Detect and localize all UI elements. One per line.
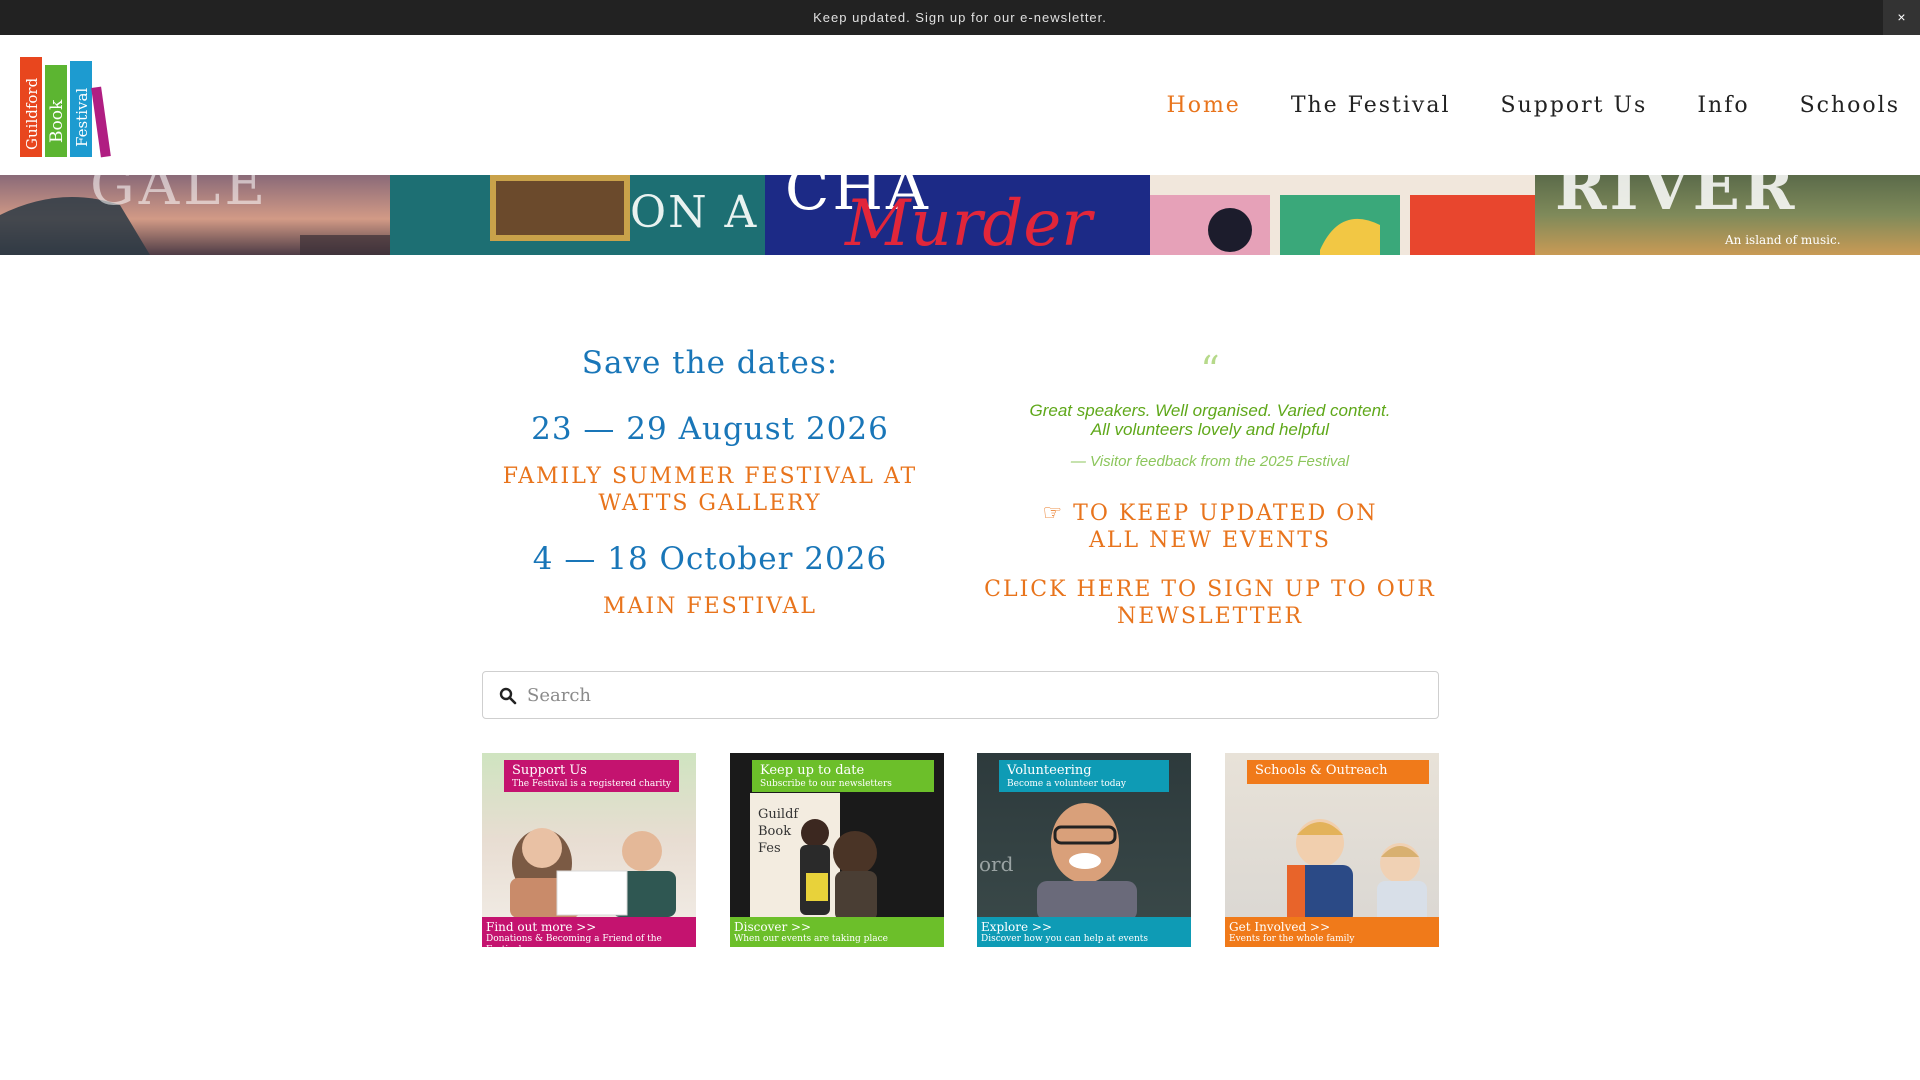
logo-word-2: Book	[47, 99, 67, 143]
tile-support-us-subtitle: The Festival is a registered charity	[512, 779, 672, 789]
close-icon[interactable]: ×	[1883, 0, 1920, 35]
tile-schools-outreach-footer: Get Involved >> Events for the whole fam…	[1225, 917, 1439, 947]
site-search	[482, 671, 1439, 719]
tile-keep-up-to-date[interactable]: Guildf Book Fes Keep up to date Subscrib…	[730, 753, 944, 947]
save-the-dates: Save the dates: 23 — 29 August 2026 FAMI…	[490, 345, 930, 620]
tile-support-us-header: Support Us The Festival is a registered …	[504, 760, 680, 792]
tile-schools-outreach-header: Schools & Outreach	[1247, 760, 1429, 784]
tile-volunteering-subtitle: Become a volunteer today	[1007, 779, 1126, 789]
tile-volunteering-cta: Explore >>	[981, 920, 1053, 934]
newsletter-notice-link[interactable]: Keep updated. Sign up for our e-newslett…	[0, 0, 1920, 35]
tile-keep-up-to-date-cta: Discover >>	[734, 920, 812, 934]
banner-cover-2-title: ON A	[630, 187, 759, 238]
summer-festival-date: 23 — 29 August 2026	[531, 411, 889, 447]
save-the-dates-title: Save the dates:	[581, 345, 839, 381]
site-logo[interactable]: Guildford Book Festival	[18, 55, 118, 159]
tile-keep-up-to-date-subtitle: Subscribe to our newsletters	[760, 779, 892, 789]
tile-schools-outreach-cta: Get Involved >>	[1229, 920, 1331, 934]
svg-text:Guildf: Guildf	[758, 807, 799, 822]
banner-cover-2: ON A	[390, 175, 765, 255]
logo-word-1: Guildford	[23, 77, 41, 150]
svg-text:Fes: Fes	[758, 841, 781, 856]
nav-item-home[interactable]: Home	[1167, 93, 1241, 118]
testimonial-block: “ Great speakers. Well organised. Varied…	[975, 348, 1445, 630]
svg-text:Book: Book	[758, 824, 791, 839]
banner-cover-4	[1150, 175, 1535, 255]
testimonial-quote: Great speakers. Well organised. Varied c…	[975, 401, 1445, 439]
nav-item-support-us[interactable]: Support Us	[1501, 93, 1648, 118]
tile-keep-up-to-date-title: Keep up to date	[760, 763, 865, 778]
tile-schools-outreach-title: Schools & Outreach	[1255, 763, 1388, 778]
quote-mark-icon: “	[1200, 348, 1220, 392]
banner-cover-1: GALE	[0, 175, 390, 255]
svg-text:ord: ord	[979, 852, 1014, 876]
banner-cover-5: RIVER An island of music.	[1535, 175, 1920, 255]
tile-volunteering-title: Volunteering	[1007, 763, 1092, 778]
main-festival-date: 4 — 18 October 2026	[532, 541, 888, 577]
tile-schools-outreach-cta-sub: Events for the whole family	[1229, 934, 1355, 944]
nav-item-info[interactable]: Info	[1697, 93, 1749, 118]
tile-keep-up-to-date-header: Keep up to date Subscribe to our newslet…	[752, 760, 934, 792]
tile-support-us-cta: Find out more >>	[486, 920, 597, 934]
nav-item-the-festival[interactable]: The Festival	[1291, 93, 1451, 118]
search-input[interactable]	[527, 674, 1427, 716]
tile-support-us-cta-sub: Donations & Becoming a Friend of the Fes…	[486, 934, 662, 947]
main-festival-name: MAIN FESTIVAL	[603, 594, 817, 619]
site-header: Guildford Book Festival Home The Festiva…	[0, 35, 1920, 175]
tile-schools-outreach[interactable]: Schools & Outreach Get Involved >> Event…	[1225, 753, 1439, 947]
tile-support-us-footer: Find out more >> Donations & Becoming a …	[482, 917, 696, 947]
summer-festival-name: FAMILY SUMMER FESTIVAL AT WATTS GALLERY	[502, 464, 918, 516]
book-covers-banner: GALE ON A CHA Murder RIVER An island of …	[0, 175, 1920, 255]
tile-support-us[interactable]: Support Us The Festival is a registered …	[482, 753, 696, 947]
tile-support-us-title: Support Us	[512, 763, 587, 778]
banner-cover-3: CHA Murder	[765, 175, 1150, 255]
logo-word-3: Festival	[73, 88, 91, 147]
tile-volunteering[interactable]: ord Volunteering Become a volunteer toda…	[977, 753, 1191, 947]
tile-volunteering-cta-sub: Discover how you can help at events	[981, 934, 1148, 944]
banner-cover-3-title: Murder	[845, 187, 1092, 255]
banner-cover-5-title: RIVER	[1555, 175, 1798, 224]
search-icon[interactable]	[499, 687, 517, 705]
banner-cover-5-subtitle: An island of music.	[1725, 233, 1841, 247]
tile-keep-up-to-date-footer: Discover >> When our events are taking p…	[730, 917, 944, 947]
newsletter-signup-link[interactable]: CLICK HERE TO SIGN UP TO OUR NEWSLETTER	[975, 576, 1445, 630]
framed-painting-icon	[490, 175, 630, 241]
nav-item-schools[interactable]: Schools	[1800, 93, 1900, 118]
banner-cover-1-title: GALE	[90, 175, 270, 218]
newsletter-notice-bar: Keep updated. Sign up for our e-newslett…	[0, 0, 1920, 35]
tile-volunteering-footer: Explore >> Discover how you can help at …	[977, 917, 1191, 947]
testimonial-citation: — Visitor feedback from the 2025 Festiva…	[1070, 453, 1350, 470]
testimonial-line-1: Great speakers. Well organised. Varied c…	[1029, 401, 1391, 420]
tile-volunteering-header: Volunteering Become a volunteer today	[999, 760, 1169, 792]
main-nav: Home The Festival Support Us Info School…	[1167, 35, 1900, 175]
newsletter-keep-updated-link[interactable]: ☞ TO KEEP UPDATED ON ALL NEW EVENTS	[975, 500, 1445, 554]
book-spines-logo-icon: Guildford Book Festival	[20, 57, 111, 158]
testimonial-line-2: All volunteers lovely and helpful	[1090, 420, 1330, 439]
tile-keep-up-to-date-cta-sub: When our events are taking place	[734, 934, 888, 944]
